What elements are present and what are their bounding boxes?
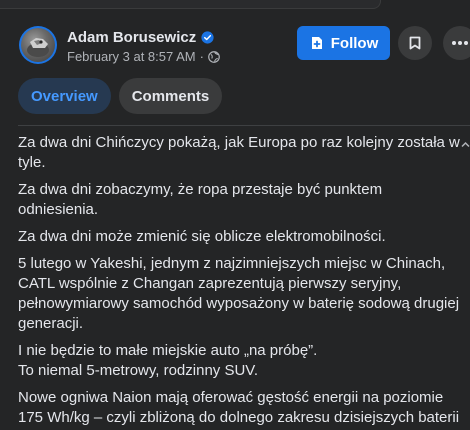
post-dialog: Adam Borusewicz February 3 at 8:57 AM · … [0, 0, 470, 430]
post-paragraph: To niemal 5-metrowy, rodzinny SUV. [18, 362, 259, 379]
post-tabs: Overview Comments [18, 78, 223, 114]
scroll-up-arrow-icon[interactable] [461, 140, 470, 149]
post-paragraph: Za dwa dni Chińczycy pokażą, jak Europa … [18, 134, 460, 171]
post-timestamp[interactable]: February 3 at 8:57 AM [67, 49, 196, 64]
save-button[interactable] [398, 26, 432, 60]
tab-comments[interactable]: Comments [118, 78, 223, 114]
post-paragraph: I nie będzie to małe miejskie auto „na p… [18, 342, 318, 359]
globe-icon [208, 50, 220, 63]
post-paragraph: Nowe ogniwa Naion mają oferować gęstość … [18, 389, 460, 426]
follow-label: Follow [330, 34, 379, 52]
bookmark-icon [409, 36, 421, 50]
post-paragraph: 5 lutego w Yakeshi, jednym z najzimniejs… [18, 255, 460, 332]
author-name[interactable]: Adam Borusewicz [67, 29, 196, 46]
avatar-image [21, 28, 55, 62]
post-body: Za dwa dni Chińczycy pokażą, jak Europa … [18, 133, 462, 430]
tab-overview[interactable]: Overview [18, 78, 111, 114]
divider [18, 125, 470, 126]
meta-separator: · [199, 49, 204, 64]
tab-overview-label: Overview [31, 87, 98, 105]
post-paragraph: Za dwa dni może zmienić się oblicze elek… [18, 228, 386, 245]
more-dots-icon [452, 41, 468, 45]
avatar[interactable] [19, 26, 57, 64]
author-name-row: Adam Borusewicz [67, 29, 214, 46]
follow-button[interactable]: Follow [297, 26, 390, 60]
more-options-button[interactable] [443, 26, 470, 60]
tab-comments-label: Comments [131, 87, 210, 105]
add-page-icon [311, 37, 322, 49]
post-paragraph: Za dwa dni zobaczymy, że ropa przestaje … [18, 181, 383, 218]
post-header: Adam Borusewicz February 3 at 8:57 AM · … [0, 0, 470, 80]
post-meta: February 3 at 8:57 AM · [67, 49, 220, 64]
verified-badge-icon [201, 31, 214, 44]
